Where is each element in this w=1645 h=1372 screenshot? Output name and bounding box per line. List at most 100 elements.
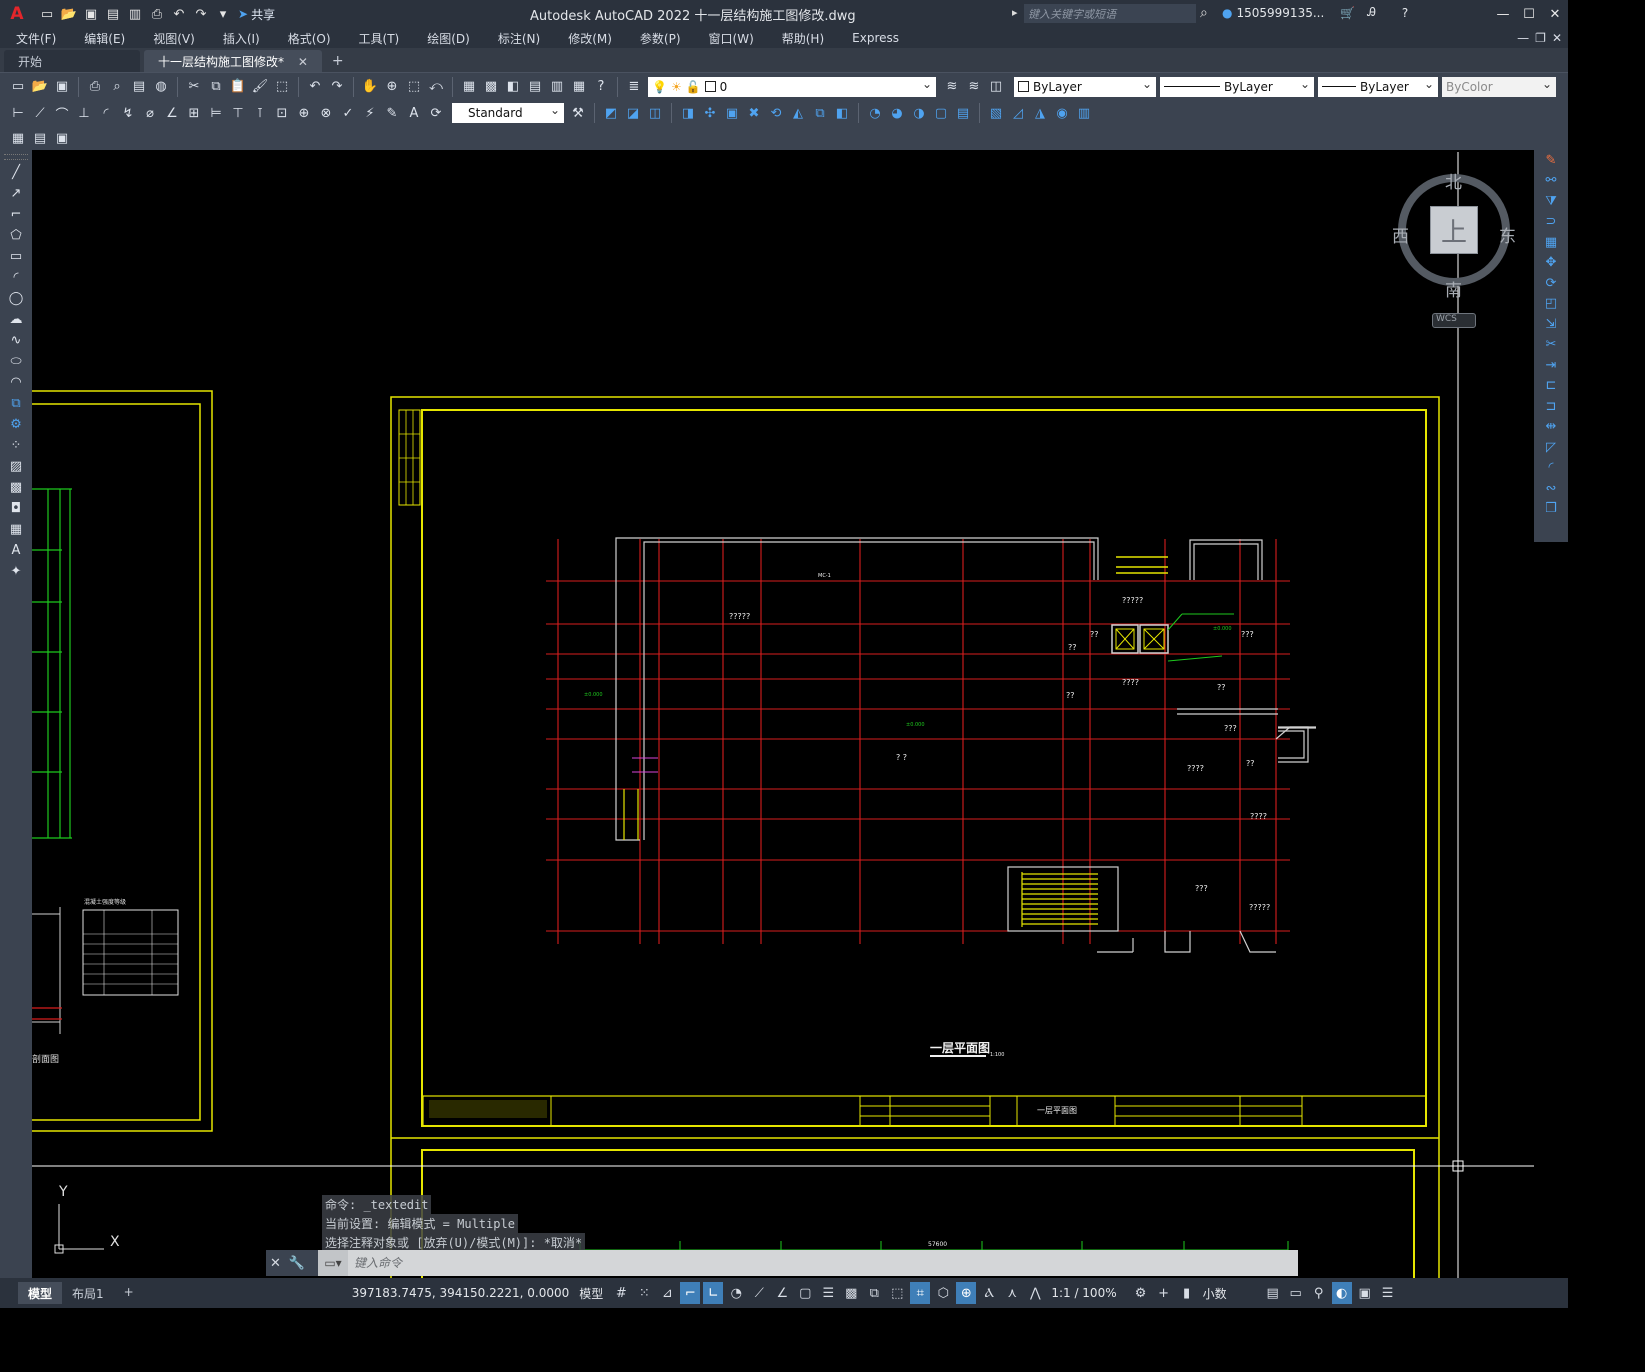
scale-icon[interactable]: ◰ bbox=[1534, 294, 1568, 315]
3d-print-icon[interactable]: ◍ bbox=[151, 77, 171, 97]
box-icon[interactable]: ▧ bbox=[986, 103, 1006, 123]
polar-tracking-icon[interactable]: ◔ bbox=[726, 1282, 746, 1304]
offset-icon[interactable]: ⊃ bbox=[1534, 212, 1568, 233]
qat-menu-icon[interactable]: ▾ bbox=[214, 5, 232, 23]
ellipse-icon[interactable]: ⬭ bbox=[0, 351, 32, 372]
offset-faces-icon[interactable]: ▣ bbox=[722, 103, 742, 123]
sheet-set-icon[interactable]: ▤ bbox=[525, 77, 545, 97]
point-icon[interactable]: ⁘ bbox=[0, 435, 32, 456]
delete-faces-icon[interactable]: ✖ bbox=[744, 103, 764, 123]
polygon-icon[interactable]: ⬠ bbox=[0, 225, 32, 246]
continue-icon[interactable]: ⊤ bbox=[228, 103, 248, 123]
dim-text-edit-icon[interactable]: A bbox=[404, 103, 424, 123]
infer-constraints-icon[interactable]: ⊿ bbox=[657, 1282, 677, 1304]
open-folder-icon[interactable]: 📂 bbox=[60, 5, 78, 23]
hatch-icon[interactable]: ▨ bbox=[0, 456, 32, 477]
snap-icon[interactable]: ⁙ bbox=[634, 1282, 654, 1304]
isometric-icon[interactable]: ⟋ bbox=[749, 1282, 769, 1304]
redo-icon[interactable]: ↷ bbox=[327, 77, 347, 97]
annotation-scale-value[interactable]: 1:1 / 100% bbox=[1051, 1286, 1116, 1300]
zoom-realtime-icon[interactable]: ⊕ bbox=[382, 77, 402, 97]
search-expand-icon[interactable]: ▸ bbox=[1012, 6, 1018, 19]
spline-icon[interactable]: ∿ bbox=[0, 330, 32, 351]
selection-filter-icon[interactable]: ⬡ bbox=[933, 1282, 953, 1304]
jogged-icon[interactable]: ↯ bbox=[118, 103, 138, 123]
user-account[interactable]: ● 1505999135... 🛒 Ꭿ ? bbox=[1222, 5, 1408, 20]
circle-icon[interactable]: ◯ bbox=[0, 288, 32, 309]
insert-block-icon[interactable]: ⧉ bbox=[0, 393, 32, 414]
tab-close-icon[interactable]: ✕ bbox=[298, 55, 308, 69]
lineweight-dropdown[interactable]: ByLayer bbox=[1318, 76, 1438, 97]
grid-icon[interactable]: # bbox=[611, 1282, 631, 1304]
arc-length-icon[interactable]: ⌒ bbox=[52, 103, 72, 123]
new-file-icon[interactable]: ▭ bbox=[38, 5, 56, 23]
clean-screen-icon[interactable]: ▣ bbox=[1355, 1282, 1375, 1304]
doc-restore-icon[interactable]: ❐ bbox=[1535, 31, 1546, 45]
minimize-icon[interactable]: — bbox=[1490, 0, 1516, 28]
isolate-objects-icon[interactable]: ⚲ bbox=[1309, 1282, 1329, 1304]
object-snap-icon[interactable]: ▢ bbox=[795, 1282, 815, 1304]
add-layout-button[interactable]: + bbox=[114, 1282, 144, 1304]
ellipse-arc-icon[interactable]: ◠ bbox=[0, 372, 32, 393]
redo-icon[interactable]: ↷ bbox=[192, 5, 210, 23]
fillet-icon[interactable]: ◜ bbox=[1534, 458, 1568, 479]
stretch-icon[interactable]: ⇲ bbox=[1534, 314, 1568, 335]
trim-icon[interactable]: ✂ bbox=[1534, 335, 1568, 356]
linetype-dropdown[interactable]: ByLayer bbox=[1160, 76, 1314, 97]
block-editor-icon[interactable]: ⬚ bbox=[272, 77, 292, 97]
auto-scale-icon[interactable]: ⋏ bbox=[1002, 1282, 1022, 1304]
menu-help[interactable]: 帮助(H) bbox=[766, 30, 836, 47]
erase-icon[interactable]: ✎ bbox=[1534, 150, 1568, 171]
plot-icon[interactable]: ⎙ bbox=[148, 5, 166, 23]
table-icon[interactable]: ▦ bbox=[8, 128, 28, 148]
drawing-canvas[interactable]: 剖面图 混凝土强度等级 一层平面图 一层平面图 1:100 ±0.000 ±0.… bbox=[32, 152, 1534, 1278]
dim-edit-icon[interactable]: ✎ bbox=[382, 103, 402, 123]
copy-faces-icon[interactable]: ⧉ bbox=[810, 103, 830, 123]
check-icon[interactable]: ▤ bbox=[953, 103, 973, 123]
zoom-previous-icon[interactable]: ⤺ bbox=[426, 77, 446, 97]
line-icon[interactable]: ╱ bbox=[0, 162, 32, 183]
search-input[interactable]: 键入关键字或短语 bbox=[1024, 4, 1196, 23]
extend-icon[interactable]: ⇥ bbox=[1534, 355, 1568, 376]
cylinder-icon[interactable]: ▥ bbox=[1074, 103, 1094, 123]
close-command-line-icon[interactable]: ✕ bbox=[270, 1256, 281, 1271]
array-icon[interactable]: ▦ bbox=[1534, 232, 1568, 253]
blend-curves-icon[interactable]: ∾ bbox=[1534, 478, 1568, 499]
taper-faces-icon[interactable]: ◭ bbox=[788, 103, 808, 123]
menu-tools[interactable]: 工具(T) bbox=[343, 30, 412, 47]
ordinate-icon[interactable]: ⊥ bbox=[74, 103, 94, 123]
properties-icon[interactable]: ▦ bbox=[459, 77, 479, 97]
graphics-performance-icon[interactable]: ◐ bbox=[1331, 1282, 1352, 1304]
copy-icon[interactable]: ⧉ bbox=[206, 77, 226, 97]
layout-tab-layout1[interactable]: 布局1 bbox=[62, 1282, 114, 1304]
move-icon[interactable]: ✥ bbox=[1534, 253, 1568, 274]
match-properties-icon[interactable]: 🖌 bbox=[250, 77, 270, 97]
customize-icon[interactable]: 🔧 bbox=[289, 1256, 305, 1271]
layout-tab-model[interactable]: 模型 bbox=[18, 1282, 63, 1304]
lock-ui-icon[interactable]: ▭ bbox=[1286, 1282, 1306, 1304]
viewcube-north[interactable]: 北 bbox=[1445, 168, 1462, 193]
attribute-icon[interactable]: ▣ bbox=[52, 128, 72, 148]
publish-icon[interactable]: ▤ bbox=[129, 77, 149, 97]
workspace-gear-icon[interactable]: ⚙ bbox=[1131, 1282, 1151, 1304]
menu-window[interactable]: 窗口(W) bbox=[693, 30, 766, 47]
dimstyle-dropdown[interactable]: Standard bbox=[452, 103, 564, 123]
tolerance-icon[interactable]: ⊕ bbox=[294, 103, 314, 123]
command-input[interactable] bbox=[348, 1251, 1298, 1275]
tab-start[interactable]: 开始 bbox=[4, 50, 140, 72]
table-icon[interactable]: ▦ bbox=[0, 519, 32, 540]
object-snap-tracking-icon[interactable]: ∠ bbox=[772, 1282, 792, 1304]
pan-icon[interactable]: ✋ bbox=[360, 77, 380, 97]
color-dropdown[interactable]: ByLayer bbox=[1014, 76, 1156, 97]
web-save-icon[interactable]: ▥ bbox=[126, 5, 144, 23]
imprint-icon[interactable]: ◔ bbox=[865, 103, 885, 123]
quick-dimension-icon[interactable]: ⊞ bbox=[184, 103, 204, 123]
rotate-faces-icon[interactable]: ⟲ bbox=[766, 103, 786, 123]
clean-icon[interactable]: ◕ bbox=[887, 103, 907, 123]
zoom-window-icon[interactable]: ⬚ bbox=[404, 77, 424, 97]
search-icon[interactable]: ⌕ bbox=[1200, 5, 1208, 21]
add-selected-icon[interactable]: ✦ bbox=[0, 561, 32, 582]
tab-drawing[interactable]: 十一层结构施工图修改* ✕ bbox=[144, 50, 322, 72]
break-at-point-icon[interactable]: ⊏ bbox=[1534, 376, 1568, 397]
close-icon[interactable]: ✕ bbox=[1542, 0, 1568, 28]
